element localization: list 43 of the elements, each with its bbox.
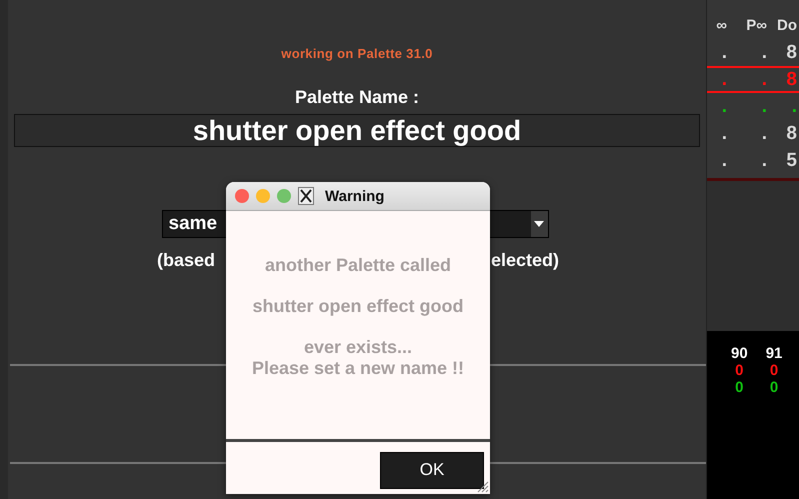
channel-value: 0 [770, 379, 778, 396]
column-header: Do [776, 17, 798, 34]
table-cell-text: . [760, 122, 768, 144]
dropdown-arrow-button[interactable] [530, 211, 548, 237]
table-cell-text: . [760, 42, 768, 64]
minimize-button[interactable] [256, 189, 270, 203]
ok-button[interactable]: OK [380, 452, 484, 488]
palette-name-label: Palette Name : [294, 87, 420, 108]
resize-grip-icon [475, 479, 489, 493]
table-cell-text: 8 [785, 42, 798, 64]
message-text: Please set a new name !! [252, 358, 464, 379]
x-window-icon [298, 187, 314, 205]
table-cell-text: . [720, 150, 728, 172]
note-text: elected) [491, 250, 560, 271]
dialog-title: Warning [325, 188, 384, 204]
table-cell-text: 8 [785, 122, 798, 144]
table-cell-text: . [760, 68, 768, 90]
table-cell-text: . [720, 68, 728, 90]
channel-value: 0 [735, 379, 744, 396]
note-text: (based [156, 250, 215, 271]
table-cell-text: . [720, 96, 728, 118]
table-cell-text: . [760, 150, 768, 172]
message-text: shutter open effect good [252, 296, 464, 317]
channel-number: 90 [731, 345, 748, 362]
table-cell-text: . [720, 42, 728, 64]
palette-name-field[interactable]: shutter open effect good [14, 114, 700, 147]
table-cell-text: 5 [785, 150, 798, 172]
dropdown-value: same [168, 213, 218, 235]
status-text: working on Palette 31.0 [281, 46, 433, 61]
table-cell-text: . [720, 122, 728, 144]
message-text: ever exists... [304, 337, 412, 358]
zoom-button[interactable] [277, 189, 291, 203]
channel-value: 0 [770, 362, 778, 379]
caret-down-icon [534, 221, 544, 227]
table-cell-text: . [760, 96, 768, 118]
close-button[interactable] [235, 189, 249, 203]
table-cell-text: 8 [785, 68, 798, 90]
channel-value: 0 [735, 362, 744, 379]
channel-number: 91 [766, 345, 782, 362]
column-header: ∞ [715, 17, 728, 34]
column-header: P∞ [745, 17, 768, 34]
message-text: another Palette called [264, 255, 452, 276]
table-cell-text: . [790, 96, 798, 118]
